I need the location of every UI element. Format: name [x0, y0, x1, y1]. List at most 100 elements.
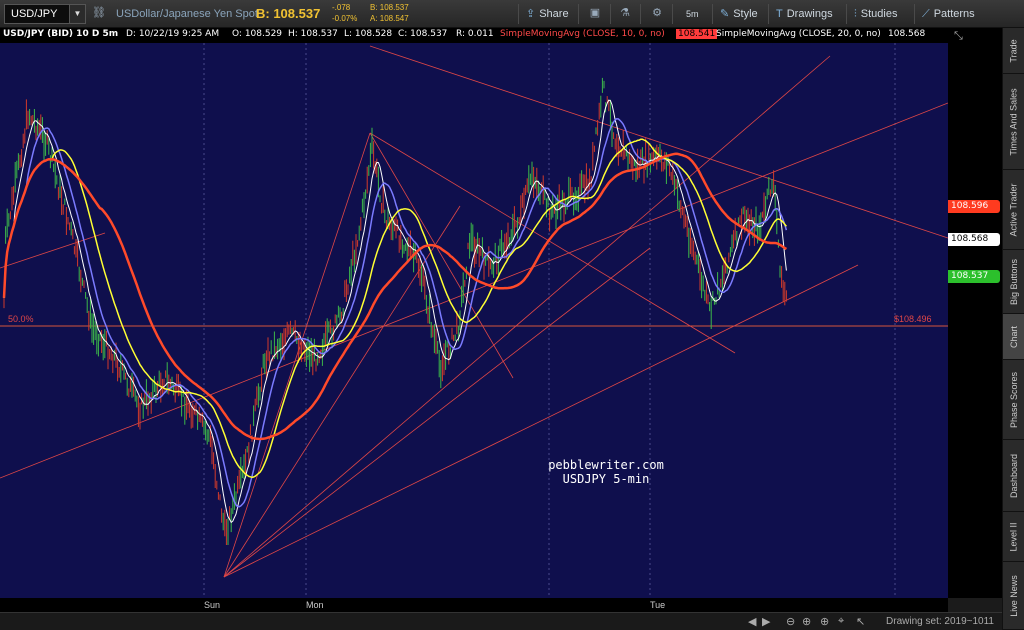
trendline — [369, 132, 736, 354]
tab-chart[interactable]: Chart — [1003, 314, 1024, 360]
sma20-value: 108.568 — [888, 29, 926, 39]
fib-price-label: $108.496 — [894, 314, 932, 324]
chart-canvas[interactable] — [0, 28, 948, 598]
bar-low: L: 108.528 — [344, 29, 393, 39]
style-button[interactable]: ✎ Style — [720, 4, 758, 24]
tab-label: Trade — [1009, 38, 1019, 63]
trendline — [369, 45, 948, 239]
watermark-site: pebblewriter.com — [548, 458, 664, 472]
save-icon[interactable]: ▣ — [588, 5, 602, 21]
fib-level-label: 50.0% — [8, 314, 34, 324]
trendline — [369, 132, 514, 379]
tab-label: Phase Scores — [1009, 371, 1019, 428]
studies-button[interactable]: ⫶ Studies — [854, 4, 897, 24]
zoom-in-icon[interactable]: ⊕ — [820, 615, 829, 628]
sma-red-price-label: 108.596 — [948, 200, 1000, 213]
top-toolbar: USD/JPY ▼ ⛓ USDollar/Japanese Yen Spot B… — [0, 0, 1024, 28]
bar-range: R: 0.011 — [456, 29, 494, 39]
ask-small: A: 108.547 — [370, 14, 409, 23]
chart-symbol-label: USD/JPY (BID) 10 D 5m — [3, 29, 119, 39]
share-button[interactable]: ⇪ Share — [526, 4, 569, 24]
crosshair-icon[interactable]: ⌖ — [838, 615, 844, 628]
bar-open: O: 108.529 — [232, 29, 283, 39]
tab-active-trader[interactable]: Active Trader — [1003, 170, 1024, 250]
sma10-label: SimpleMovingAvg (CLOSE, 10, 0, no) — [500, 29, 665, 39]
tab-live-news[interactable]: Live News — [1003, 562, 1024, 630]
drawings-button[interactable]: T Drawings — [776, 4, 833, 24]
scroll-left-icon[interactable]: ◀ — [748, 615, 756, 628]
tab-phase-scores[interactable]: Phase Scores — [1003, 360, 1024, 440]
timeframe-button[interactable]: 5m — [686, 4, 699, 24]
toolbar-divider — [846, 4, 847, 24]
toolbar-divider — [712, 4, 713, 24]
axis-label-mon: Mon — [306, 600, 324, 610]
toolbar-divider — [518, 4, 519, 24]
price-chart[interactable]: USD/JPY (BID) 10 D 5m D: 10/22/19 9:25 A… — [0, 28, 948, 598]
trendlines — [0, 45, 948, 578]
collapse-axis-icon[interactable]: ⤡ — [954, 30, 963, 43]
trendline — [223, 264, 859, 578]
drawings-label: Drawings — [786, 8, 833, 20]
tab-label: Big Buttons — [1009, 258, 1019, 305]
price-axis[interactable]: ⤡ 108.596 108.568 108.537 — [948, 28, 1002, 598]
toolbar-divider — [768, 4, 769, 24]
patterns-icon: ⟋ — [922, 8, 930, 20]
pan-icon[interactable]: ⊕ — [802, 615, 811, 628]
axis-label-tue: Tue — [650, 600, 666, 610]
share-label: Share — [539, 8, 569, 20]
symbol-text: USD/JPY — [11, 8, 58, 20]
tab-big-buttons[interactable]: Big Buttons — [1003, 250, 1024, 314]
bar-close: C: 108.537 — [398, 29, 448, 39]
bar-date: D: 10/22/19 9:25 AM — [126, 29, 220, 39]
bar-high: H: 108.537 — [288, 29, 338, 39]
scroll-right-icon[interactable]: ▶ — [762, 615, 770, 628]
tab-times-and-sales[interactable]: Times And Sales — [1003, 74, 1024, 170]
flask-icon[interactable]: ⚗ — [618, 5, 632, 21]
side-tabs: Trade Times And Sales Active Trader Big … — [1002, 28, 1024, 630]
patterns-label: Patterns — [933, 8, 975, 20]
tab-label: Dashboard — [1009, 453, 1019, 498]
toolbar-divider — [640, 4, 641, 24]
sma-red-line — [2, 152, 788, 441]
symbol-description: USDollar/Japanese Yen Spot — [116, 8, 258, 20]
zoom-out-icon[interactable]: ⊖ — [786, 615, 795, 628]
gear-icon[interactable]: ⚙ — [650, 5, 664, 21]
trendline — [223, 132, 371, 578]
chart-header-row: USD/JPY (BID) 10 D 5m D: 10/22/19 9:25 A… — [0, 28, 948, 43]
tab-trade[interactable]: Trade — [1003, 28, 1024, 74]
toolbar-divider — [578, 4, 579, 24]
style-icon: ✎ — [720, 8, 730, 20]
watermark: pebblewriter.com USDJPY 5-min — [496, 458, 716, 486]
bid-price: B: 108.537 — [256, 6, 321, 21]
toolbar-divider — [610, 4, 611, 24]
chevron-down-icon[interactable]: ▼ — [69, 5, 85, 23]
link-icon[interactable]: ⛓ — [92, 5, 106, 21]
sma-white-price-label: 108.568 — [948, 233, 1000, 246]
tab-label: Active Trader — [1009, 182, 1019, 237]
watermark-caption: USDJPY 5-min — [562, 472, 650, 486]
tab-label: Chart — [1009, 325, 1020, 348]
cursor-icon[interactable]: ↖ — [856, 615, 865, 628]
tab-label: Live News — [1009, 574, 1020, 617]
time-axis[interactable]: Sun Mon Tue — [0, 598, 948, 612]
net-change: -.078 — [332, 3, 351, 12]
toolbar-divider — [914, 4, 915, 24]
sma10-value: 108.541 — [676, 29, 718, 39]
percent-change: -0.07% — [332, 14, 358, 23]
style-label: Style — [733, 8, 758, 20]
symbol-selector[interactable]: USD/JPY ▼ — [4, 4, 86, 24]
tab-label: Times And Sales — [1009, 87, 1020, 156]
sma20-label: SimpleMovingAvg (CLOSE, 20, 0, no) — [716, 29, 881, 39]
drawings-icon: T — [776, 8, 783, 20]
bid-small: B: 108.537 — [370, 3, 409, 12]
tab-level-ii[interactable]: Level II — [1003, 512, 1024, 562]
trendline — [223, 55, 831, 578]
tab-label: Level II — [1009, 521, 1019, 552]
tab-dashboard[interactable]: Dashboard — [1003, 440, 1024, 512]
chart-app: USD/JPY ▼ ⛓ USDollar/Japanese Yen Spot B… — [0, 0, 1024, 630]
drawing-set-label[interactable]: Drawing set: 2019~1011 — [886, 616, 994, 627]
studies-icon: ⫶ — [854, 8, 857, 20]
patterns-button[interactable]: ⟋ Patterns — [922, 4, 975, 24]
bottom-bar: ◀ ▶ ⊖ ⊕ ⊕ ⌖ ↖ Drawing set: 2019~1011 — [0, 612, 1002, 630]
share-icon: ⇪ — [526, 8, 536, 20]
